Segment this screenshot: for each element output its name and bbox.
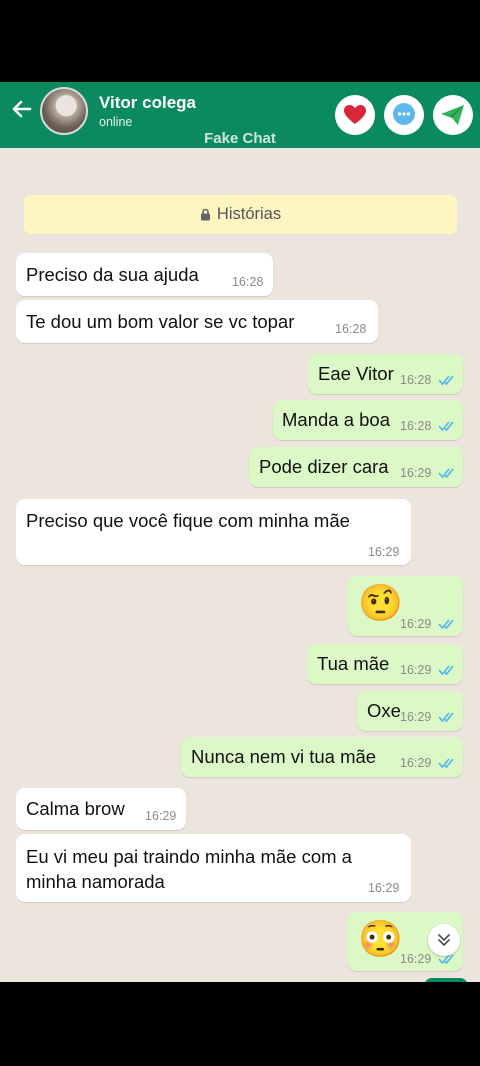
chat-button[interactable]	[384, 95, 424, 135]
stories-label: Histórias	[216, 205, 282, 223]
lock-icon	[200, 208, 210, 221]
contact-status: online	[99, 115, 133, 129]
chat-header: Vitor colega online Fake Chat	[0, 82, 480, 148]
message-bubble[interactable]: Eu vi meu pai traindo minha mãe com a mi…	[16, 834, 411, 902]
send-button[interactable]	[433, 95, 473, 135]
message-bubble[interactable]: Preciso da sua ajuda 16:28	[16, 253, 273, 296]
message-time: 16:28	[232, 275, 264, 289]
message-bubble[interactable]: Calma brow 16:29	[16, 788, 186, 830]
message-text: Eae Vitor	[318, 363, 394, 384]
message-time: 16:29	[368, 545, 400, 559]
message-time: 16:29	[145, 809, 177, 823]
message-text: Preciso da sua ajuda	[26, 264, 199, 285]
message-text: Nunca nem vi tua mãe	[191, 746, 377, 767]
message-bubble[interactable]: Pode dizer cara 16:29	[249, 447, 463, 487]
message-time: 16:28	[335, 322, 367, 336]
message-bubble[interactable]: Tua mãe 16:29	[307, 644, 463, 684]
read-ticks-icon	[438, 712, 454, 723]
read-ticks-icon	[438, 421, 454, 432]
read-ticks-icon	[438, 468, 454, 479]
scroll-to-bottom-button[interactable]	[428, 924, 460, 956]
message-time: 16:29	[400, 617, 432, 631]
message-time: 16:29	[400, 466, 432, 480]
message-bubble[interactable]: Eae Vitor 16:28	[308, 354, 463, 394]
message-time: 16:29	[368, 881, 400, 895]
message-bubble[interactable]: Oxe 16:29	[357, 691, 463, 731]
message-text: Tua mãe	[317, 653, 390, 674]
paper-plane-icon	[441, 105, 464, 125]
heart-button[interactable]	[335, 95, 375, 135]
message-bubble[interactable]: Manda a boa 16:28	[273, 400, 463, 440]
read-ticks-icon	[438, 665, 454, 676]
navigation-bar	[0, 982, 480, 1066]
message-bubble[interactable]: Nunca nem vi tua mãe 16:29	[181, 737, 463, 777]
message-time: 16:28	[400, 373, 432, 387]
message-text: Oxe	[367, 700, 401, 721]
chat-bubble-icon	[393, 103, 415, 125]
message-text: Calma brow	[26, 798, 125, 819]
message-time: 16:28	[400, 419, 432, 433]
message-text: Te dou um bom valor se vc topar	[26, 311, 295, 332]
message-time: 16:29	[400, 756, 432, 770]
avatar[interactable]	[40, 87, 88, 135]
read-ticks-icon	[438, 758, 454, 769]
stories-banner[interactable]: Histórias	[24, 195, 457, 234]
message-time: 16:29	[400, 663, 432, 677]
message-time: 16:29	[400, 952, 432, 966]
message-bubble[interactable]: Preciso que você fique com minha mãe 16:…	[16, 499, 411, 565]
message-text: Preciso que você fique com minha mãe	[26, 510, 350, 531]
message-bubble[interactable]: 🤨 16:29	[348, 576, 463, 636]
message-text: Manda a boa	[282, 409, 391, 430]
message-text: Eu vi meu pai traindo minha mãe com a mi…	[26, 846, 352, 892]
contact-name[interactable]: Vitor colega	[99, 93, 196, 113]
arrow-left-icon[interactable]	[8, 96, 34, 126]
message-text: Pode dizer cara	[259, 456, 389, 477]
message-time: 16:29	[400, 710, 432, 724]
read-ticks-icon	[438, 619, 454, 630]
double-chevron-down-icon	[438, 934, 450, 946]
message-emoji: 🤨	[358, 582, 403, 623]
message-bubble[interactable]: Te dou um bom valor se vc topar 16:28	[16, 300, 378, 343]
message-emoji: 😳	[358, 918, 403, 959]
read-ticks-icon	[438, 375, 454, 386]
heart-icon	[344, 105, 366, 124]
chat-area[interactable]: Histórias Preciso da sua ajuda 16:28 Te …	[0, 148, 480, 982]
status-bar	[0, 0, 480, 82]
